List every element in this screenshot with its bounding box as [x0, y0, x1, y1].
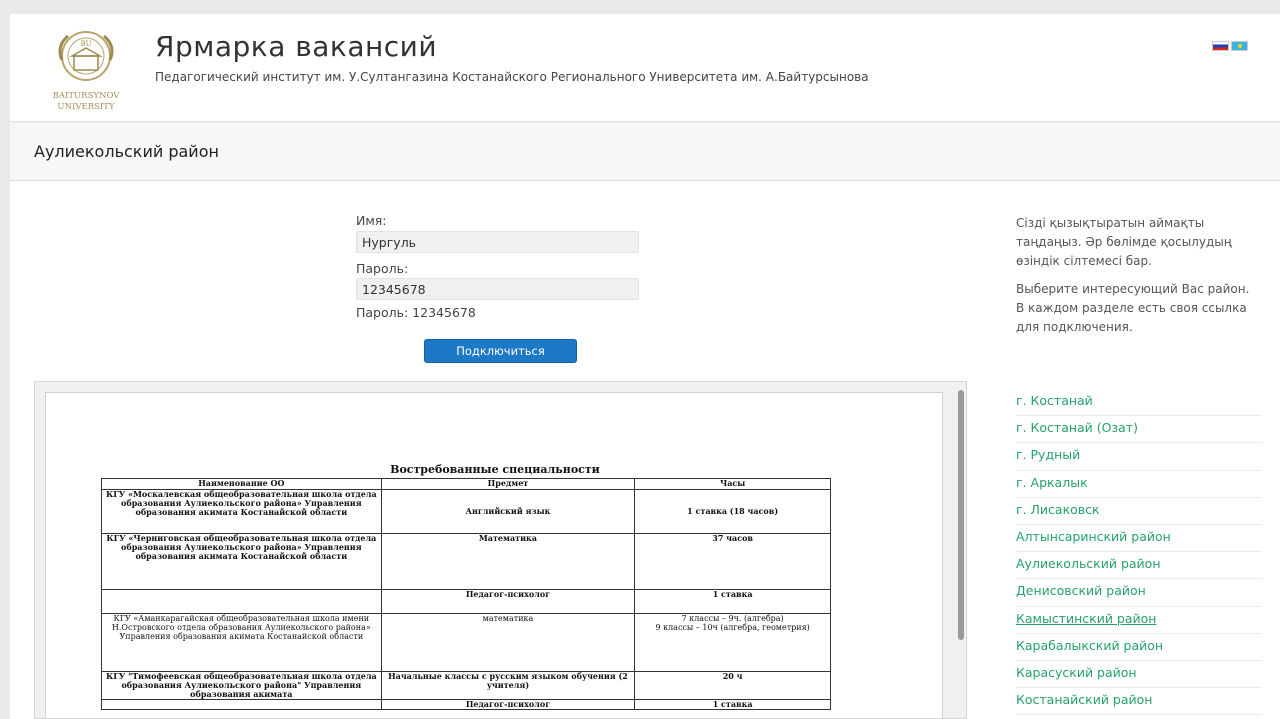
- university-logo[interactable]: BU BAITURSYNOV UNIVERSITY: [34, 26, 138, 118]
- password-label: Пароль:: [356, 261, 409, 276]
- table-cell-subject: Педагог-психолог: [380, 589, 636, 614]
- table-row: КГУ «Аманкарагайская общеобразовательная…: [101, 613, 831, 672]
- district-link[interactable]: г. Костанай: [1016, 389, 1262, 417]
- table-cell-subject: Математика: [380, 533, 636, 590]
- table-row: Педагог-психолог 1 ставка: [101, 699, 831, 710]
- district-link[interactable]: г. Костанай (Озат): [1016, 416, 1262, 444]
- table-cell-school: КГУ «Черниговская общеобразовательная шк…: [101, 533, 382, 590]
- site-header: BU BAITURSYNOV UNIVERSITY Ярмарка ваканс…: [10, 14, 1280, 122]
- table-cell-hours: 1 ставка: [634, 589, 831, 614]
- district-list: г. Костанай г. Костанай (Озат) г. Рудный…: [1016, 389, 1262, 716]
- svg-text:UNIVERSITY: UNIVERSITY: [57, 102, 115, 112]
- table-header-row: Наименование ОО Предмет Часы: [101, 478, 831, 490]
- table-row: КГУ "Тимофеевская общеобразовательная шк…: [101, 671, 831, 700]
- table-cell-school: [101, 589, 382, 614]
- sidebar-hint-ru: Выберите интересующий Вас район. В каждо…: [1016, 282, 1250, 334]
- table-cell-subject: Педагог-психолог: [380, 699, 636, 710]
- district-link[interactable]: Камыстинский район: [1016, 607, 1262, 634]
- table-row: КГУ «Черниговская общеобразовательная шк…: [101, 533, 831, 590]
- district-link[interactable]: г. Аркалык: [1016, 471, 1262, 498]
- sidebar-hint-kz: Сізді қызықтыратын аймақты таңдаңыз. Әр …: [1016, 216, 1232, 268]
- site-title: Ярмарка вакансий: [155, 30, 438, 63]
- page-title: Аулиекольский район: [34, 142, 219, 161]
- district-link[interactable]: Денисовский район: [1016, 579, 1262, 607]
- table-cell-hours: 1 ставка (18 часов): [634, 489, 831, 534]
- district-link[interactable]: г. Рудный: [1016, 443, 1262, 471]
- svg-text:BU: BU: [80, 40, 91, 48]
- table-cell-hours: 7 классы – 9ч. (алгебра) 9 классы – 10ч …: [634, 613, 831, 672]
- table-cell-school: КГУ «Москалевская общеобразовательная шк…: [101, 489, 382, 534]
- district-link[interactable]: Карасуский район: [1016, 661, 1262, 689]
- district-link[interactable]: Алтынсаринский район: [1016, 525, 1262, 553]
- table-cell-school: КГУ "Тимофеевская общеобразовательная шк…: [101, 671, 382, 700]
- district-link[interactable]: Костанайский район: [1016, 688, 1262, 716]
- column-header-subject: Предмет: [380, 478, 636, 490]
- column-header-hours: Часы: [634, 478, 831, 490]
- table-row: КГУ «Москалевская общеобразовательная шк…: [101, 489, 831, 534]
- table-cell-school: [101, 699, 382, 710]
- document-scrollbar[interactable]: [958, 390, 964, 640]
- section-bar: Аулиекольский район: [10, 123, 1280, 181]
- table-cell-hours: 37 часов: [634, 533, 831, 590]
- district-link[interactable]: Аулиекольский район: [1016, 552, 1262, 580]
- table-cell-school: КГУ «Аманкарагайская общеобразовательная…: [101, 613, 382, 672]
- document-viewer[interactable]: Востребованные специальности Наименовани…: [34, 381, 967, 719]
- specialties-table: Наименование ОО Предмет Часы КГУ «Москал…: [101, 478, 831, 710]
- name-label: Имя:: [356, 213, 387, 228]
- document-page: Востребованные специальности Наименовани…: [45, 392, 943, 718]
- language-ru-flag-icon[interactable]: [1212, 41, 1229, 51]
- table-cell-subject: математика: [380, 613, 636, 672]
- table-cell-hours: 1 ставка: [634, 699, 831, 710]
- site-subtitle: Педагогический институт им. У.Султангази…: [155, 70, 869, 84]
- svg-text:BAITURSYNOV: BAITURSYNOV: [53, 91, 121, 101]
- document-title: Востребованные специальности: [390, 463, 600, 476]
- password-field[interactable]: [356, 278, 639, 300]
- column-header-school: Наименование ОО: [101, 478, 382, 490]
- table-cell-subject: Начальные классы с русским языком обучен…: [380, 671, 636, 700]
- table-cell-hours: 20 ч: [634, 671, 831, 700]
- main-content: Имя: Пароль: Пароль: 12345678 Подключить…: [10, 181, 1280, 719]
- district-link[interactable]: г. Лисаковск: [1016, 498, 1262, 525]
- password-note: Пароль: 12345678: [356, 305, 476, 320]
- table-cell-subject: Английский язык: [380, 489, 636, 534]
- table-row: Педагог-психолог 1 ставка: [101, 589, 831, 614]
- language-kz-flag-icon[interactable]: [1231, 41, 1248, 51]
- connect-button[interactable]: Подключиться: [424, 339, 577, 363]
- district-link[interactable]: Карабалыкский район: [1016, 634, 1262, 661]
- name-field[interactable]: [356, 231, 639, 253]
